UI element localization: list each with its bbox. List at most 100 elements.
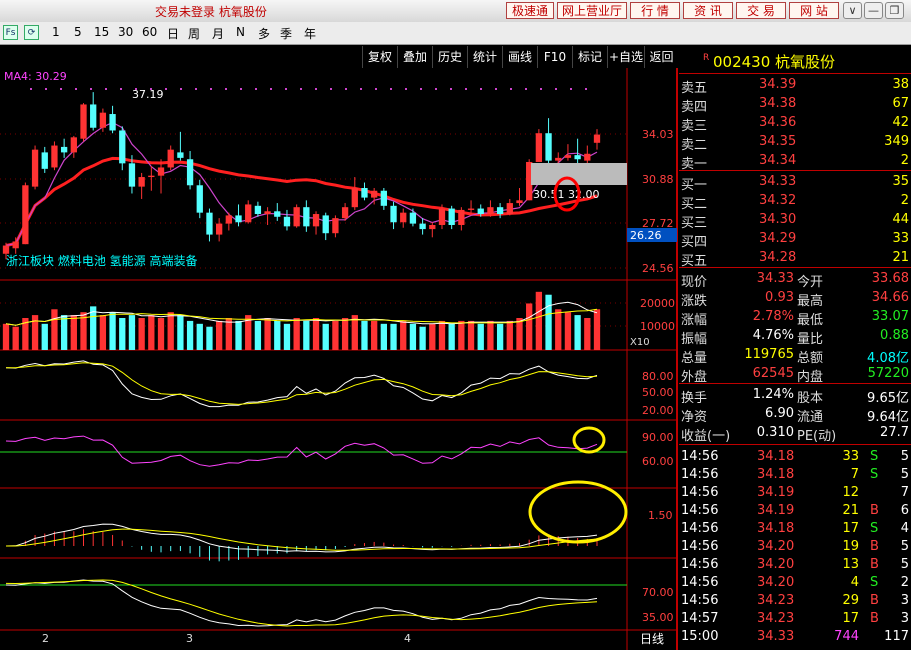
quotes-button[interactable]: 行 情 (630, 2, 680, 19)
period-15min[interactable]: 15 (94, 25, 109, 39)
tick-price: 34.18 (757, 467, 795, 482)
express-button[interactable]: 极速通 (506, 2, 554, 19)
volume-bar (157, 318, 165, 350)
period-week[interactable]: 周 (188, 25, 200, 42)
signal-dot (465, 88, 467, 90)
period-year[interactable]: 年 (304, 25, 316, 42)
concepts-label: 浙江板块 燃料电池 氢能源 高端装备 (6, 253, 197, 268)
refresh-icon[interactable]: ⟳ (24, 25, 39, 40)
f10-button[interactable]: F10 (537, 46, 572, 68)
stat-value: 1.24% (752, 387, 794, 402)
volume-bar (60, 315, 68, 350)
candle-body (516, 200, 523, 204)
volume-bar (458, 320, 465, 350)
signal-dot (180, 88, 182, 90)
tick-time: 14:56 (681, 467, 719, 482)
history-button[interactable]: 历史 (432, 46, 467, 68)
tick-side: B (870, 593, 879, 608)
period-1min[interactable]: 1 (52, 25, 60, 39)
period-day[interactable]: 日 (167, 25, 179, 42)
period-30min[interactable]: 30 (118, 25, 133, 39)
current-price-tag: 26.26 (630, 229, 662, 242)
ask-volume: 38 (892, 77, 909, 92)
tick-count: 3 (900, 611, 909, 626)
back-button[interactable]: 返回 (644, 46, 678, 68)
volume-bar (438, 320, 446, 350)
tick-volume: 19 (842, 539, 859, 554)
trade-button[interactable]: 交 易 (736, 2, 786, 19)
ask-price: 34.36 (759, 115, 797, 130)
date-label: 4 (404, 632, 411, 645)
tick-volume: 33 (842, 449, 859, 464)
period-multi[interactable]: 多 (258, 25, 270, 42)
volume-bar (293, 318, 300, 350)
signal-dot (390, 88, 392, 90)
stat-label: 最高 (797, 294, 824, 309)
signal-dot (555, 88, 557, 90)
ma-label: MA4: 30.29 (4, 70, 67, 83)
tick-price: 34.20 (757, 575, 795, 590)
volume-bar (264, 318, 271, 350)
stat-value: 62545 (752, 366, 794, 381)
kline-chart[interactable]: MA4: 30.29 37.19 34.03 30.88 27.72 24.56… (0, 68, 679, 650)
signal-dot (480, 88, 482, 90)
ma-long-line (5, 156, 598, 247)
rsi-axis-label: 60.00 (642, 455, 674, 468)
signal-dot (285, 88, 287, 90)
tick-price: 34.33 (757, 629, 795, 644)
volume-bar (429, 323, 436, 350)
add-watchlist-button[interactable]: +自选 (607, 46, 644, 68)
tick-time: 14:56 (681, 503, 719, 518)
ind4-axis-label: 35.00 (642, 611, 674, 624)
period-5min[interactable]: 5 (74, 25, 82, 39)
tick-volume: 12 (842, 485, 859, 500)
tick-side: S (870, 449, 879, 464)
tick-side: B (870, 503, 879, 518)
candle-body (506, 203, 513, 215)
bid-price: 34.30 (759, 212, 797, 227)
date-label: 3 (186, 632, 193, 645)
ind4-line-2 (5, 579, 598, 627)
restore-icon[interactable]: ❐ (885, 2, 904, 19)
stat-label: 今开 (797, 275, 824, 290)
signal-dot (30, 88, 32, 90)
candle-body (41, 152, 48, 169)
tick-side: B (870, 557, 879, 572)
stat-label: 量比 (797, 332, 824, 347)
tick-price: 34.20 (757, 539, 795, 554)
signal-dot (360, 88, 362, 90)
period-60min[interactable]: 60 (142, 25, 157, 39)
period-month[interactable]: 月 (212, 25, 224, 42)
statistics-button[interactable]: 统计 (467, 46, 502, 68)
minimize-icon[interactable]: — (864, 2, 883, 19)
bid-volume: 35 (892, 174, 909, 189)
candle-body (215, 223, 223, 235)
fs-icon[interactable]: Fs (3, 25, 18, 40)
period-n[interactable]: N (236, 25, 245, 39)
online-hall-button[interactable]: 网上营业厅 (557, 2, 627, 19)
volume-bar (99, 315, 107, 350)
stat-value: 4.76% (752, 328, 794, 343)
signal-dot (510, 88, 512, 90)
candle-body (419, 223, 426, 230)
mark-button[interactable]: 标记 (572, 46, 607, 68)
signal-dot (405, 88, 407, 90)
overlay-button[interactable]: 叠加 (397, 46, 432, 68)
period-quarter[interactable]: 季 (280, 25, 292, 42)
volume-bar (2, 323, 10, 350)
bid-volume: 21 (892, 250, 909, 265)
candle-body (390, 205, 397, 223)
restore-rights-button[interactable]: 复权 (362, 46, 397, 68)
stat-value: 34.33 (756, 271, 794, 286)
tick-time: 14:56 (681, 575, 719, 590)
news-button[interactable]: 资 讯 (683, 2, 733, 19)
volume-bar (506, 320, 513, 350)
draw-line-button[interactable]: 画线 (502, 46, 537, 68)
website-button[interactable]: 网 站 (789, 2, 839, 19)
dropdown-icon[interactable]: ∨ (843, 2, 862, 19)
price-axis-label: 30.88 (642, 173, 674, 186)
candle-body (235, 215, 242, 223)
signal-dot (330, 88, 332, 90)
divider (679, 383, 911, 384)
tick-side: S (870, 467, 879, 482)
